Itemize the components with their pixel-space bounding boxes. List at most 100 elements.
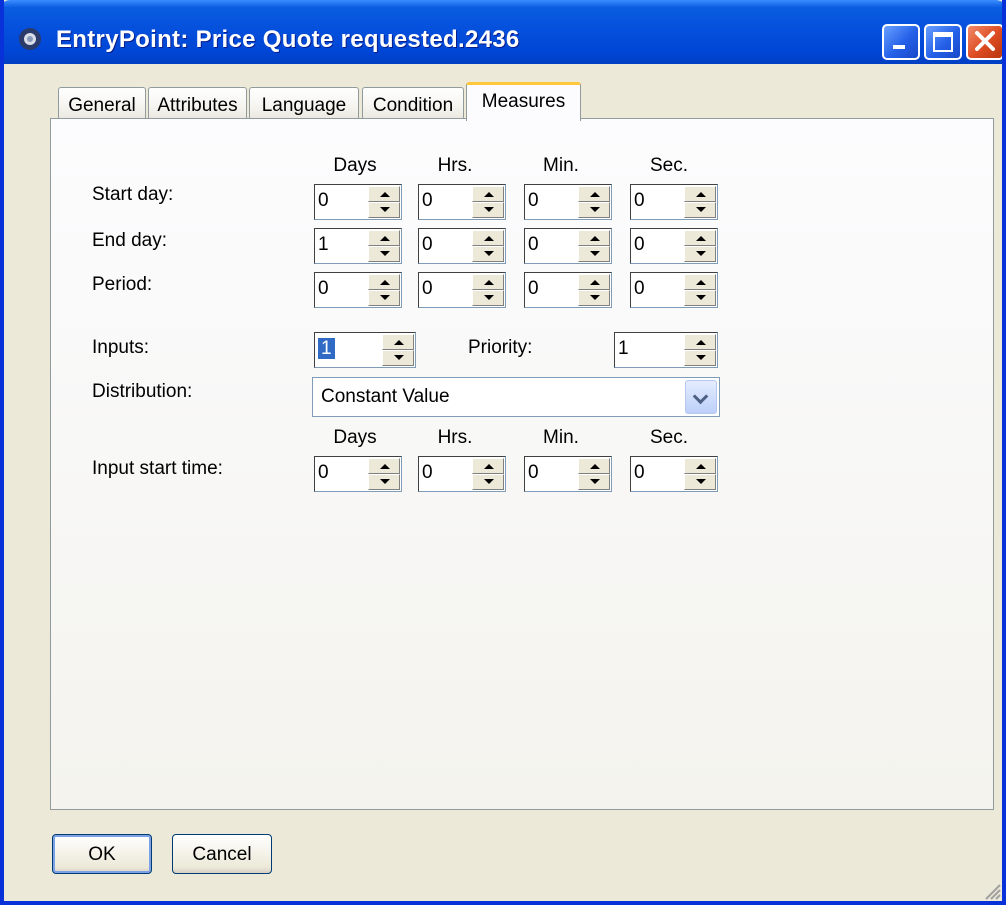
spin-up-icon[interactable]	[578, 274, 610, 290]
spinner-value: 1	[318, 234, 329, 255]
spin-down-icon[interactable]	[684, 350, 716, 366]
spin-down-icon[interactable]	[368, 290, 400, 306]
tab-measures[interactable]: Measures	[466, 82, 581, 121]
priority-label: Priority:	[468, 337, 533, 358]
column-header-days: Days	[333, 155, 377, 176]
maximize-icon	[933, 32, 953, 52]
input-start-days-spinner[interactable]: 0	[314, 456, 402, 492]
spinner-value: 0	[634, 234, 645, 255]
tab-general[interactable]: General	[58, 87, 146, 121]
spinner-value: 0	[634, 278, 645, 299]
maximize-button[interactable]	[924, 24, 962, 60]
ok-button[interactable]: OK	[52, 834, 152, 874]
period-label: Period:	[92, 274, 153, 295]
tab-label: General	[68, 95, 136, 116]
spin-up-icon[interactable]	[578, 186, 610, 202]
spin-down-icon[interactable]	[684, 202, 716, 218]
tab-label: Language	[261, 95, 347, 116]
spin-down-icon[interactable]	[684, 290, 716, 306]
spin-down-icon[interactable]	[684, 474, 716, 490]
column-header-sec: Sec.	[649, 155, 689, 176]
spin-up-icon[interactable]	[472, 458, 504, 474]
spin-down-icon[interactable]	[472, 474, 504, 490]
spinner-value: 0	[318, 462, 329, 483]
input-start-sec-spinner[interactable]: 0	[630, 456, 718, 492]
spinner-value: 0	[318, 278, 329, 299]
spin-down-icon[interactable]	[368, 246, 400, 262]
spin-down-icon[interactable]	[472, 290, 504, 306]
period-hrs-spinner[interactable]: 0	[418, 272, 506, 308]
spin-down-icon[interactable]	[368, 202, 400, 218]
spin-up-icon[interactable]	[684, 274, 716, 290]
start-day-days-spinner[interactable]: 0	[314, 184, 402, 220]
spin-up-icon[interactable]	[368, 186, 400, 202]
spin-down-icon[interactable]	[684, 246, 716, 262]
spin-up-icon[interactable]	[368, 230, 400, 246]
inputs-spinner[interactable]: 1	[314, 332, 416, 368]
distribution-dropdown[interactable]: Constant Value	[312, 377, 720, 417]
period-days-spinner[interactable]: 0	[314, 272, 402, 308]
tab-attributes[interactable]: Attributes	[148, 87, 247, 121]
window-title: EntryPoint: Price Quote requested.2436	[56, 26, 520, 53]
spinner-value: 0	[422, 234, 433, 255]
start-day-sec-spinner[interactable]: 0	[630, 184, 718, 220]
app-icon	[19, 28, 41, 50]
chevron-down-icon[interactable]	[685, 380, 717, 414]
start-day-label: Start day:	[92, 184, 174, 205]
distribution-value: Constant Value	[321, 386, 450, 407]
title-bar[interactable]: EntryPoint: Price Quote requested.2436	[4, 0, 1002, 64]
column-header-min: Min.	[543, 427, 579, 448]
resize-grip-icon[interactable]	[980, 879, 1002, 901]
spin-down-icon[interactable]	[472, 202, 504, 218]
spin-down-icon[interactable]	[578, 290, 610, 306]
spin-up-icon[interactable]	[684, 186, 716, 202]
spin-down-icon[interactable]	[472, 246, 504, 262]
distribution-label: Distribution:	[92, 381, 193, 402]
column-header-min: Min.	[543, 155, 579, 176]
column-header-sec: Sec.	[649, 427, 689, 448]
period-min-spinner[interactable]: 0	[524, 272, 612, 308]
spin-up-icon[interactable]	[472, 230, 504, 246]
spin-up-icon[interactable]	[684, 230, 716, 246]
spin-down-icon[interactable]	[578, 246, 610, 262]
minimize-button[interactable]	[882, 24, 920, 60]
spin-down-icon[interactable]	[368, 474, 400, 490]
spinner-value: 0	[422, 190, 433, 211]
input-start-min-spinner[interactable]: 0	[524, 456, 612, 492]
period-sec-spinner[interactable]: 0	[630, 272, 718, 308]
end-day-days-spinner[interactable]: 1	[314, 228, 402, 264]
spin-up-icon[interactable]	[684, 458, 716, 474]
end-day-sec-spinner[interactable]: 0	[630, 228, 718, 264]
spin-down-icon[interactable]	[578, 474, 610, 490]
spinner-value: 0	[528, 190, 539, 211]
spin-up-icon[interactable]	[382, 334, 414, 350]
spinner-value: 0	[528, 278, 539, 299]
spin-down-icon[interactable]	[578, 202, 610, 218]
spinner-value: 0	[528, 462, 539, 483]
spinner-value: 0	[634, 462, 645, 483]
minimize-icon	[893, 45, 905, 49]
spinner-value: 0	[634, 190, 645, 211]
spin-up-icon[interactable]	[472, 186, 504, 202]
inputs-value: 1	[318, 338, 335, 359]
spin-up-icon[interactable]	[368, 458, 400, 474]
cancel-button[interactable]: Cancel	[172, 834, 272, 874]
spin-up-icon[interactable]	[472, 274, 504, 290]
tab-condition[interactable]: Condition	[362, 87, 464, 121]
spin-up-icon[interactable]	[368, 274, 400, 290]
tab-label: Measures	[481, 91, 566, 112]
tab-language[interactable]: Language	[249, 87, 359, 121]
start-day-hrs-spinner[interactable]: 0	[418, 184, 506, 220]
priority-spinner[interactable]: 1	[614, 332, 718, 368]
spin-down-icon[interactable]	[382, 350, 414, 366]
end-day-min-spinner[interactable]: 0	[524, 228, 612, 264]
spin-up-icon[interactable]	[684, 334, 716, 350]
start-day-min-spinner[interactable]: 0	[524, 184, 612, 220]
input-start-hrs-spinner[interactable]: 0	[418, 456, 506, 492]
spin-up-icon[interactable]	[578, 230, 610, 246]
spin-up-icon[interactable]	[578, 458, 610, 474]
end-day-hrs-spinner[interactable]: 0	[418, 228, 506, 264]
spinner-value: 0	[422, 278, 433, 299]
tab-label: Condition	[372, 95, 454, 116]
close-button[interactable]	[966, 24, 1002, 60]
